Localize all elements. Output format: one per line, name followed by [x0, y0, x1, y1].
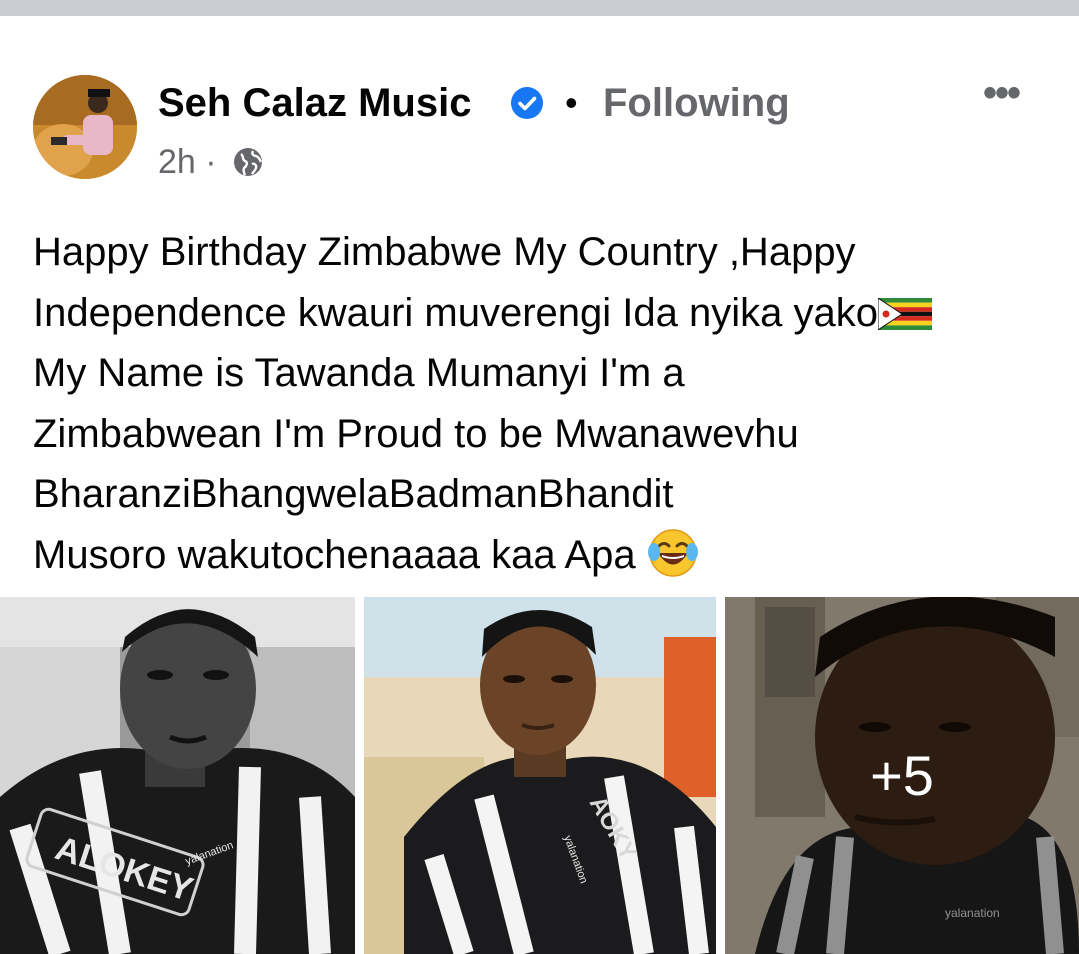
- globe-icon: [234, 148, 263, 176]
- photo-grid: ALOKEY yalanation yalanation AOKY yalana…: [0, 597, 1079, 954]
- post-line-text: Zimbabwean I'm Proud to be Mwanawevhu: [33, 411, 799, 456]
- feed-divider: [0, 0, 1079, 16]
- post-line-text: My Name is Tawanda Mumanyi I'm a: [33, 351, 685, 395]
- post-line: Independence kwauri muverengi Ida nyika …: [33, 283, 1063, 344]
- post-line: Musoro wakutochenaaaa kaa Apa: [33, 525, 1063, 586]
- post-line-text: Happy Birthday Zimbabwe My Country ,Happ…: [33, 230, 856, 274]
- page-avatar[interactable]: [33, 75, 137, 179]
- post-photo[interactable]: yalanation AOKY: [364, 597, 716, 954]
- post-timestamp[interactable]: 2h ·: [158, 140, 217, 184]
- following-button[interactable]: Following: [603, 78, 790, 128]
- verified-badge-icon: [511, 87, 543, 119]
- post-line: My Name is Tawanda Mumanyi I'm a: [33, 343, 1063, 404]
- more-photos-count: +5: [870, 744, 934, 807]
- more-options-icon[interactable]: •••: [983, 73, 1033, 113]
- post-photo[interactable]: ALOKEY yalanation: [0, 597, 355, 954]
- tears-of-joy-emoji-icon: [647, 526, 699, 578]
- post-line: BharanziBhangwelaBadmanBhandit: [33, 464, 1063, 525]
- post-line: Happy Birthday Zimbabwe My Country ,Happ…: [33, 222, 1063, 283]
- page-name[interactable]: Seh Calaz Music: [158, 78, 471, 128]
- separator-dot: •: [565, 82, 578, 123]
- post-line-text: BharanziBhangwelaBadmanBhandit: [33, 472, 674, 516]
- post-line-text: Independence kwauri muverengi Ida nyika …: [33, 290, 878, 335]
- post-body: Happy Birthday Zimbabwe My Country ,Happ…: [33, 222, 1063, 585]
- post-line-text: Musoro wakutochenaaaa kaa Apa: [33, 532, 636, 577]
- zimbabwe-flag-icon: [877, 287, 932, 331]
- more-photos-tile[interactable]: yalanation +5: [725, 597, 1079, 954]
- post-line: Zimbabwean I'm Proud to be Mwanawevhu: [33, 404, 1063, 465]
